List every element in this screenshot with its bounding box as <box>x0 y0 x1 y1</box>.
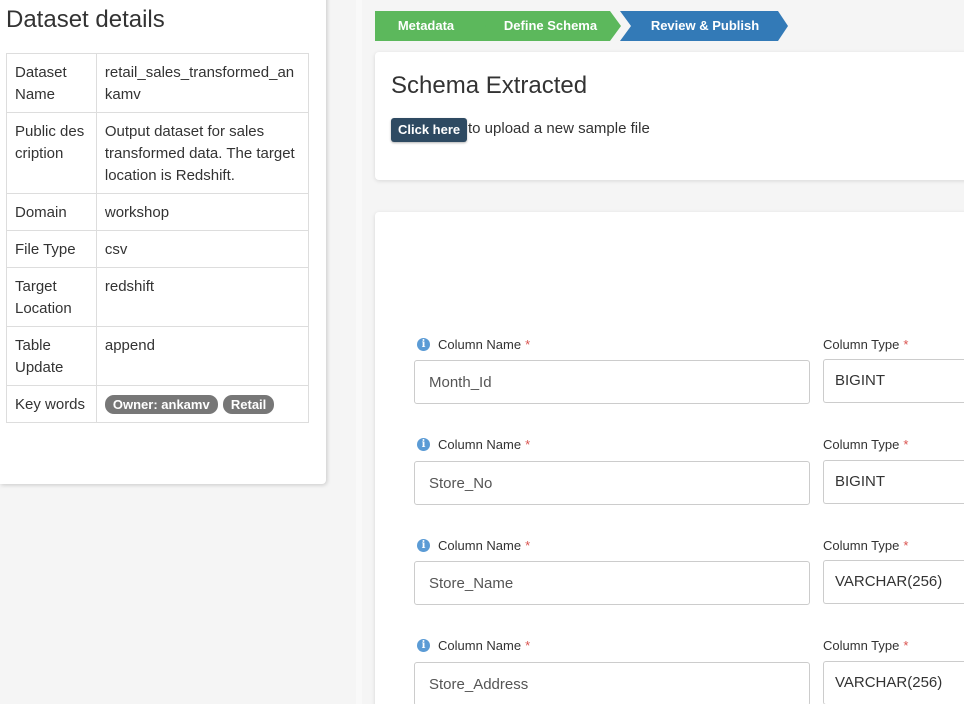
detail-value: workshop <box>95 193 310 231</box>
upload-sample-button[interactable]: Click here <box>391 118 468 142</box>
dataset-details-card: Dataset details Dataset Name retail_sale… <box>0 0 326 484</box>
detail-value: append <box>95 326 310 386</box>
required-mark: * <box>525 437 531 452</box>
table-row: Domain workshop <box>6 193 310 231</box>
table-row: File Type csv <box>6 230 310 268</box>
detail-value: redshift <box>95 267 310 327</box>
info-icon[interactable]: i <box>417 338 430 351</box>
upload-sample-text: to upload a new sample file <box>468 120 650 137</box>
column-type-label: Column Type * <box>823 337 908 352</box>
required-mark: * <box>525 337 531 352</box>
table-row: Public description Output dataset for sa… <box>6 112 310 194</box>
step-arrow <box>778 11 788 41</box>
info-icon[interactable]: i <box>417 438 430 451</box>
required-mark: * <box>525 538 531 553</box>
column-name-input[interactable] <box>414 360 810 404</box>
step-metadata[interactable]: Metadata <box>375 11 477 41</box>
detail-value: csv <box>95 230 310 268</box>
column-name-label-text: Column Name <box>438 337 522 352</box>
column-name-input[interactable] <box>414 461 810 505</box>
detail-key: Domain <box>6 193 97 231</box>
column-type-label-text: Column Type <box>823 337 900 352</box>
step-define-schema[interactable]: Define Schema <box>475 11 610 41</box>
column-name-input[interactable] <box>414 561 810 605</box>
keywords-cell: Owner: ankamv Retail <box>95 385 310 423</box>
detail-key: Table Update <box>6 326 97 386</box>
required-mark: * <box>903 538 909 553</box>
dataset-details-table: Dataset Name retail_sales_transformed_an… <box>6 53 310 423</box>
column-type-select[interactable]: BIGINT <box>823 359 964 403</box>
column-name-label: i Column Name * <box>417 337 530 352</box>
column-type-select[interactable]: VARCHAR(256) <box>823 661 964 704</box>
table-row: Target Location redshift <box>6 267 310 327</box>
column-name-label: i Column Name * <box>417 538 530 553</box>
column-type-label: Column Type * <box>823 538 908 553</box>
column-name-label: i Column Name * <box>417 437 530 452</box>
table-row: Key words Owner: ankamv Retail <box>6 385 310 423</box>
keyword-badge: Owner: ankamv <box>104 395 218 414</box>
detail-key: Key words <box>6 385 97 423</box>
table-row: Dataset Name retail_sales_transformed_an… <box>6 53 310 113</box>
step-arrow <box>610 11 621 41</box>
column-type-label-text: Column Type <box>823 437 900 452</box>
detail-key: Public description <box>6 112 97 194</box>
detail-key: File Type <box>6 230 97 268</box>
column-row: i Column Name* Column Type* VARCHAR(256) <box>414 638 964 704</box>
detail-key: Dataset Name <box>6 53 97 113</box>
detail-value: Output dataset for sales transformed dat… <box>95 112 310 194</box>
column-row: i Column Name* Column Type* VARCHAR(256) <box>414 538 964 608</box>
column-row: i Column Name* Column Type* BIGINT <box>414 437 964 507</box>
info-icon[interactable]: i <box>417 539 430 552</box>
detail-value: retail_sales_transformed_ankamv <box>95 53 310 113</box>
required-mark: * <box>903 337 909 352</box>
detail-key: Target Location <box>6 267 97 327</box>
keyword-badge: Retail <box>222 395 275 414</box>
dataset-details-title: Dataset details <box>6 6 165 33</box>
column-row: i Column Name* Column Type* BIGINT <box>414 337 964 407</box>
info-icon[interactable]: i <box>417 639 430 652</box>
column-divider <box>356 0 362 704</box>
column-name-label-text: Column Name <box>438 437 522 452</box>
step-review-publish[interactable]: Review & Publish <box>620 11 778 41</box>
column-name-input[interactable] <box>414 662 810 704</box>
column-type-label-text: Column Type <box>823 538 900 553</box>
column-type-label: Column Type * <box>823 437 908 452</box>
table-row: Table Update append <box>6 326 310 386</box>
column-name-label-text: Column Name <box>438 538 522 553</box>
required-mark: * <box>903 437 909 452</box>
column-name-label: i Column Name * <box>417 638 530 653</box>
column-type-select[interactable]: VARCHAR(256) <box>823 560 964 604</box>
column-type-label-text: Column Type <box>823 638 900 653</box>
required-mark: * <box>903 638 909 653</box>
column-type-select[interactable]: BIGINT <box>823 460 964 504</box>
required-mark: * <box>525 638 531 653</box>
column-name-label-text: Column Name <box>438 638 522 653</box>
column-type-label: Column Type * <box>823 638 908 653</box>
schema-title: Schema Extracted <box>391 72 588 99</box>
schema-extracted-panel: Schema Extracted Click here to upload a … <box>375 52 964 180</box>
